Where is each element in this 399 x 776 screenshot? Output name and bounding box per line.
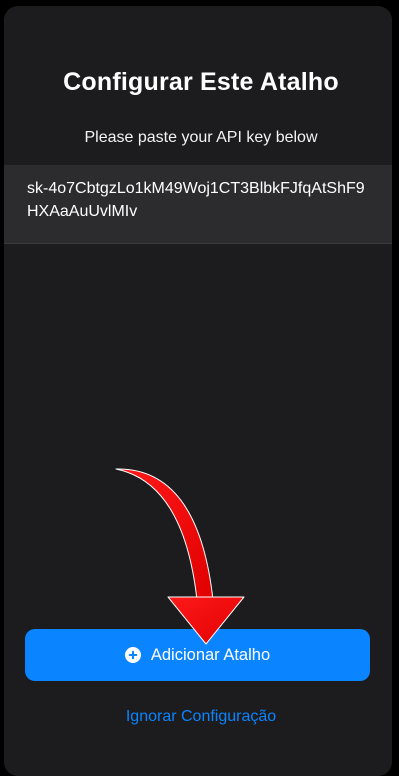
- plus-circle-icon: [124, 647, 141, 663]
- add-shortcut-label: Adicionar Atalho: [150, 645, 271, 664]
- ignore-configuration-button[interactable]: Ignorar Configuração: [4, 708, 392, 726]
- configuration-sheet: Configurar Este Atalho Please paste your…: [4, 6, 392, 776]
- sheet-subtitle: Please paste your API key below: [84, 129, 318, 146]
- add-shortcut-button[interactable]: Adicionar Atalho: [25, 629, 370, 681]
- api-key-field[interactable]: sk-4o7CbtgzLo1kM49Woj1CT3BlbkFJfqAtShF9H…: [4, 165, 392, 244]
- sheet-title: Configurar Este Atalho: [63, 68, 339, 96]
- api-key-value[interactable]: sk-4o7CbtgzLo1kM49Woj1CT3BlbkFJfqAtShF9H…: [27, 177, 367, 223]
